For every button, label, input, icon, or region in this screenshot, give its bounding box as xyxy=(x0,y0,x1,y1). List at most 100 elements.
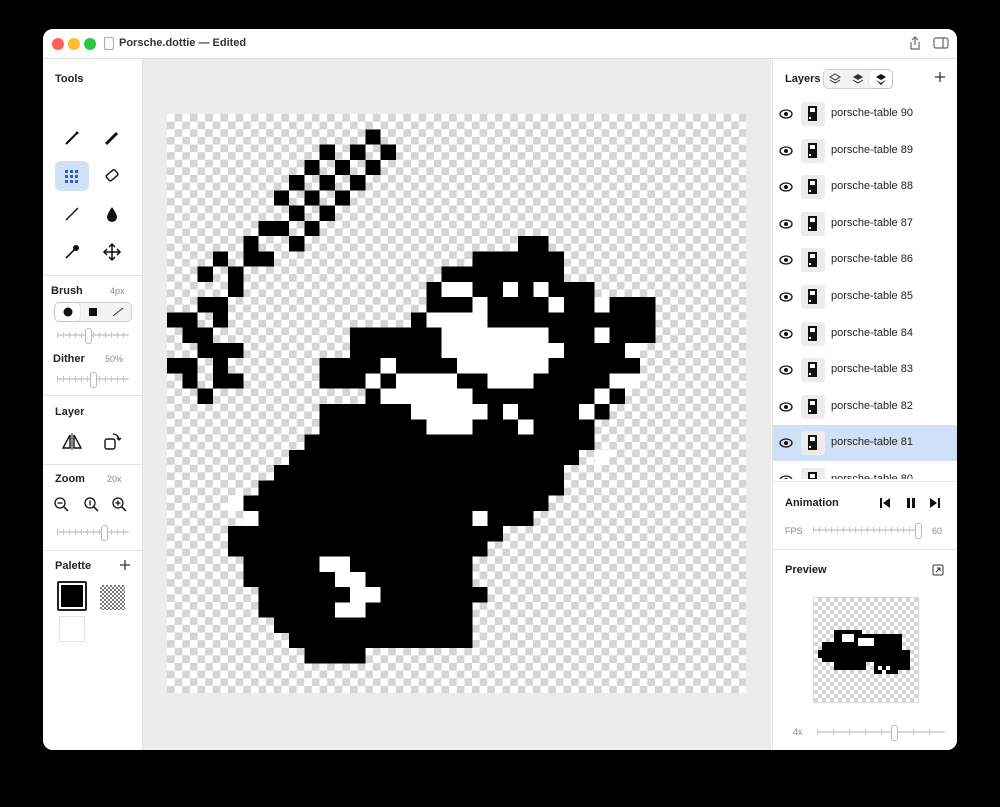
previous-frame-button[interactable] xyxy=(877,496,893,510)
primary-color-swatch[interactable] xyxy=(57,581,87,611)
brush-size-knob[interactable] xyxy=(85,328,92,344)
zoom-out-icon xyxy=(54,497,69,512)
zoom-window-button[interactable] xyxy=(84,38,96,50)
brush-label: Brush xyxy=(51,285,83,297)
layer-thumbnail xyxy=(801,138,825,163)
preview-sprite xyxy=(818,630,910,674)
visibility-toggle[interactable] xyxy=(779,217,793,235)
eraser-tool[interactable] xyxy=(95,161,129,191)
layers-mode-1[interactable] xyxy=(824,70,847,88)
visibility-toggle[interactable] xyxy=(779,180,793,198)
share-button[interactable] xyxy=(905,34,925,52)
eye-icon xyxy=(779,145,793,156)
zoom-actual-size-button[interactable] xyxy=(77,490,105,518)
layer-row[interactable]: porsche-table 86 xyxy=(773,242,957,278)
layer-thumbnail-art xyxy=(808,472,817,479)
fill-tool[interactable] xyxy=(95,199,129,229)
preview-scale-slider[interactable] xyxy=(817,725,945,741)
zoom-out-button[interactable] xyxy=(47,490,75,518)
line-tool[interactable] xyxy=(55,199,89,229)
pixel-canvas[interactable] xyxy=(167,114,747,694)
layer-name: porsche-table 90 xyxy=(831,107,913,119)
layer-row[interactable]: porsche-table 80 xyxy=(773,462,957,479)
dither-pattern-swatch[interactable] xyxy=(100,585,125,610)
title-bar: Porsche.dottie — Edited xyxy=(43,29,957,59)
zoom-knob[interactable] xyxy=(101,525,108,541)
layer-name: porsche-table 80 xyxy=(831,473,913,479)
pen-icon xyxy=(104,131,119,146)
visibility-toggle[interactable] xyxy=(779,253,793,271)
pencil-tool[interactable] xyxy=(55,123,89,153)
secondary-color-swatch[interactable] xyxy=(59,616,85,642)
layer-list[interactable]: porsche-table 90 porsche-table 89 porsche-… xyxy=(773,96,957,479)
visibility-toggle[interactable] xyxy=(779,290,793,308)
plus-icon xyxy=(120,560,130,570)
layer-thumbnail xyxy=(801,285,825,309)
layer-thumbnail-art xyxy=(808,362,817,378)
fps-knob[interactable] xyxy=(915,523,922,539)
layer-thumbnail-art xyxy=(808,106,817,121)
zoom-actual-icon xyxy=(84,497,99,512)
layer-row[interactable]: porsche-table 90 xyxy=(773,96,957,132)
dither-label: Dither xyxy=(53,353,85,365)
close-window-button[interactable] xyxy=(52,38,64,50)
visibility-toggle[interactable] xyxy=(779,436,793,454)
dither-grid-tool[interactable] xyxy=(55,161,89,191)
layers-mode-3[interactable] xyxy=(869,70,893,88)
pause-icon xyxy=(907,498,915,508)
layer-row[interactable]: porsche-table 84 xyxy=(773,316,957,352)
eye-icon xyxy=(779,292,793,302)
document-icon xyxy=(104,37,114,50)
square-brush-option[interactable] xyxy=(80,303,105,321)
visibility-toggle[interactable] xyxy=(779,107,793,125)
layer-mode-selector[interactable] xyxy=(823,69,893,89)
visibility-toggle[interactable] xyxy=(779,363,793,381)
visibility-toggle[interactable] xyxy=(779,327,793,345)
brush-size-slider[interactable] xyxy=(57,328,129,344)
visibility-toggle[interactable] xyxy=(779,473,793,479)
zoom-in-button[interactable] xyxy=(105,490,133,518)
layer-row[interactable]: porsche-table 85 xyxy=(773,279,957,315)
layer-thumbnail xyxy=(801,358,825,383)
square-icon xyxy=(88,308,97,316)
layer-row[interactable]: porsche-table 87 xyxy=(773,206,957,242)
sprite-artwork xyxy=(167,129,656,664)
layers-mode-2[interactable] xyxy=(847,70,870,88)
fps-slider[interactable] xyxy=(813,523,922,539)
add-layer-button[interactable] xyxy=(933,70,947,84)
eyedropper-tool[interactable] xyxy=(55,237,89,267)
round-brush-option[interactable] xyxy=(55,303,81,321)
eye-icon xyxy=(779,328,793,339)
layer-name: porsche-table 89 xyxy=(831,143,913,156)
brush-shape-selector[interactable] xyxy=(54,302,132,322)
pen-tool[interactable] xyxy=(95,123,129,153)
layer-row[interactable]: porsche-table 89 xyxy=(773,133,957,169)
rotate-icon xyxy=(104,433,122,450)
open-preview-button[interactable] xyxy=(932,563,944,581)
dither-knob[interactable] xyxy=(90,372,97,388)
slash-brush-option[interactable] xyxy=(106,303,131,321)
layer-name: porsche-table 84 xyxy=(831,326,913,339)
flip-layer-button[interactable] xyxy=(55,426,89,456)
layer-thumbnail xyxy=(801,321,825,346)
open-window-icon xyxy=(932,564,944,576)
visibility-toggle[interactable] xyxy=(779,144,793,162)
layer-row[interactable]: porsche-table 88 xyxy=(773,169,957,205)
layer-row[interactable]: porsche-table 83 xyxy=(773,352,957,388)
preview-scale-knob[interactable] xyxy=(891,725,898,741)
next-frame-button[interactable] xyxy=(927,496,943,510)
pause-button[interactable] xyxy=(903,496,919,510)
minimize-window-button[interactable] xyxy=(68,38,80,50)
toggle-sidebar-button[interactable] xyxy=(931,34,951,52)
layer-row[interactable]: porsche-table 81 xyxy=(773,425,957,462)
eye-icon xyxy=(779,255,793,266)
zoom-slider[interactable] xyxy=(57,525,129,541)
layer-thumbnail-art xyxy=(808,435,817,451)
visibility-toggle[interactable] xyxy=(779,400,793,418)
layers-title: Layers xyxy=(785,73,821,85)
move-tool[interactable] xyxy=(95,237,129,267)
dither-slider[interactable] xyxy=(57,372,129,388)
add-color-button[interactable] xyxy=(119,558,131,576)
layer-row[interactable]: porsche-table 82 xyxy=(773,389,957,425)
rotate-layer-button[interactable] xyxy=(95,426,129,456)
